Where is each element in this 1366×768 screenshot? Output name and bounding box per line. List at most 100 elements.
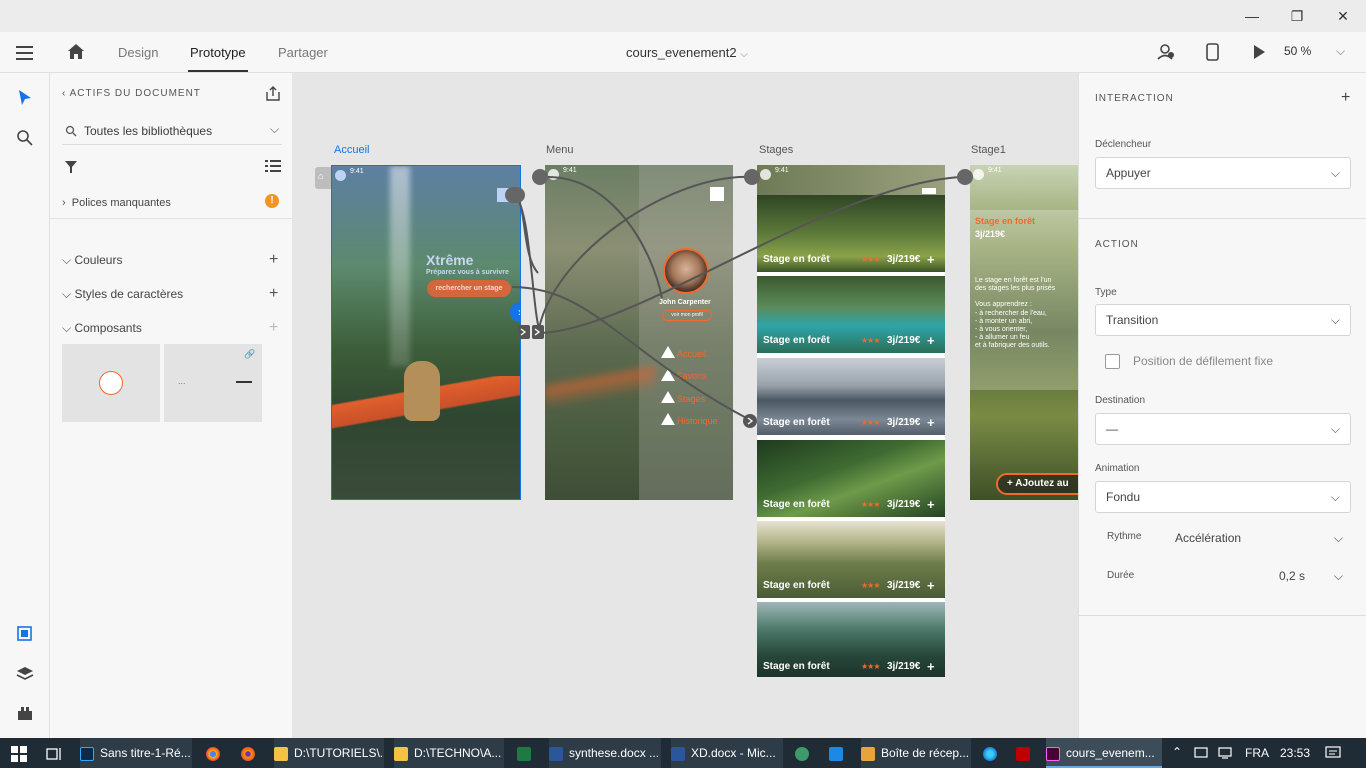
taskbar-item-label: D:\TECHNO\A... xyxy=(414,746,502,760)
taskbar-excel[interactable] xyxy=(517,738,537,768)
taskbar-word-synthese[interactable]: synthese.docx ... xyxy=(549,738,661,768)
chevron-down-icon: ⌵ xyxy=(62,321,72,335)
notifications-icon[interactable] xyxy=(1325,746,1341,760)
assets-icon[interactable] xyxy=(16,625,34,643)
add-interaction-icon[interactable]: + xyxy=(1341,89,1350,107)
component-line-icon xyxy=(236,381,252,383)
taskbar-chrome[interactable] xyxy=(206,738,226,768)
add-char-style-icon[interactable]: + xyxy=(269,285,278,303)
tab-share[interactable]: Partager xyxy=(278,45,328,60)
wire-handle[interactable] xyxy=(957,169,973,185)
trigger-dropdown[interactable]: Appuyer ⌵ xyxy=(1095,157,1351,189)
divider xyxy=(50,218,292,219)
taskbar-vscode[interactable] xyxy=(829,738,849,768)
library-select[interactable]: Toutes les bibliothèques ⌵ xyxy=(62,117,282,145)
assets-title: ACTIFS DU DOCUMENT xyxy=(69,88,201,99)
hamburger-menu-icon[interactable] xyxy=(15,43,35,63)
mail-icon xyxy=(861,746,875,761)
char-styles-label: Styles de caractères xyxy=(74,287,184,301)
taskbar-app-green[interactable] xyxy=(795,738,815,768)
fixed-scroll-checkbox[interactable] xyxy=(1105,354,1120,369)
windows-start-icon[interactable] xyxy=(11,746,27,762)
taskbar-explorer-tutoriels[interactable]: D:\TUTORIELS\... xyxy=(274,738,384,768)
chevron-down-icon: ⌵ xyxy=(62,287,72,301)
colors-label: Couleurs xyxy=(74,253,123,267)
animation-dropdown[interactable]: Fondu ⌵ xyxy=(1095,481,1351,513)
task-view-icon[interactable] xyxy=(45,746,63,762)
destination-dropdown[interactable]: — ⌵ xyxy=(1095,413,1351,445)
taskbar-word-xd[interactable]: XD.docx - Mic... xyxy=(671,738,783,768)
filter-icon[interactable] xyxy=(64,160,78,174)
layers-icon[interactable] xyxy=(16,665,34,683)
wire-handle[interactable] xyxy=(744,169,760,185)
taskbar-edge[interactable] xyxy=(983,738,1003,768)
photoshop-icon xyxy=(80,746,94,761)
taskbar-xd-active[interactable]: cours_evenem... xyxy=(1046,738,1162,768)
taskbar-photoshop[interactable]: Sans titre-1-Ré... xyxy=(80,738,192,768)
folder-icon xyxy=(394,746,408,761)
clock[interactable]: 23:53 xyxy=(1280,746,1310,760)
plugins-icon[interactable] xyxy=(16,705,34,723)
maximize-button[interactable]: ❐ xyxy=(1285,6,1309,26)
chevron-down-icon: ⌵ xyxy=(1336,44,1346,58)
link-icon: 🔗 xyxy=(244,349,256,359)
tab-design[interactable]: Design xyxy=(118,45,158,60)
type-label: Type xyxy=(1095,287,1117,298)
design-canvas[interactable]: Accueil ⌂ 9:41 Xtrême Préparez vous à su… xyxy=(292,73,1078,738)
rhythm-dropdown[interactable]: Accélération ⌵ xyxy=(1175,525,1351,551)
taskbar-item-label: D:\TUTORIELS\... xyxy=(294,746,384,760)
rhythm-value: Accélération xyxy=(1175,531,1242,545)
close-button[interactable]: ✕ xyxy=(1331,6,1355,26)
select-arrow-icon[interactable] xyxy=(16,89,34,107)
components-section[interactable]: ⌵ Composants + xyxy=(62,319,278,336)
home-icon[interactable] xyxy=(66,42,86,62)
export-icon[interactable] xyxy=(265,85,281,101)
colors-section[interactable]: ⌵ Couleurs + xyxy=(62,251,278,268)
network-icon[interactable] xyxy=(1218,747,1232,759)
chevron-down-icon: ⌵ xyxy=(1330,166,1340,180)
taskbar-mail[interactable]: Boîte de récep... xyxy=(861,738,971,768)
taskbar-item-label: cours_evenem... xyxy=(1066,746,1155,760)
app-icon xyxy=(795,746,809,761)
search-icon[interactable] xyxy=(16,129,34,147)
play-icon[interactable] xyxy=(1249,42,1269,62)
chevron-up-icon[interactable]: ⌃ xyxy=(1172,745,1182,759)
animation-value: Fondu xyxy=(1106,490,1141,504)
taskbar-filezilla[interactable] xyxy=(1016,738,1036,768)
animation-label: Animation xyxy=(1095,463,1140,474)
add-color-icon[interactable]: + xyxy=(269,251,278,269)
add-component-icon[interactable]: + xyxy=(269,319,278,337)
component-thumbnail-circle[interactable] xyxy=(62,344,160,422)
missing-fonts-label: Polices manquantes xyxy=(71,197,171,209)
component-ellipsis: ... xyxy=(178,376,186,386)
divider xyxy=(1079,615,1366,616)
tab-prototype[interactable]: Prototype xyxy=(190,45,246,60)
missing-fonts-row[interactable]: › Polices manquantes ! xyxy=(62,194,279,209)
taskbar-explorer-techno[interactable]: D:\TECHNO\A... xyxy=(394,738,504,768)
device-preview-icon[interactable] xyxy=(1203,42,1223,62)
assets-header[interactable]: ‹ ACTIFS DU DOCUMENT xyxy=(62,88,201,99)
title-bar: — ❐ ✕ xyxy=(0,0,1366,32)
wire-handle[interactable] xyxy=(505,187,525,203)
chevron-left-icon[interactable]: ‹ xyxy=(62,88,66,99)
chevron-down-icon: ⌵ xyxy=(1330,422,1340,436)
library-name: Toutes les bibliothèques xyxy=(84,124,213,138)
zoom-level[interactable]: 50 % ⌵ xyxy=(1284,44,1345,58)
filezilla-icon xyxy=(1016,746,1030,761)
wire-handle[interactable] xyxy=(743,414,757,428)
char-styles-section[interactable]: ⌵ Styles de caractères + xyxy=(62,285,278,302)
wire-handle[interactable] xyxy=(532,169,548,185)
user-share-icon[interactable] xyxy=(1156,42,1176,62)
chevron-down-icon: ⌵ xyxy=(740,49,748,60)
document-title[interactable]: cours_evenement2 ⌵ xyxy=(626,45,748,60)
component-thumbnail-menu[interactable]: ... 🔗 xyxy=(164,344,262,422)
language-indicator[interactable]: FRA xyxy=(1245,746,1269,760)
taskbar-firefox[interactable] xyxy=(241,738,261,768)
folder-icon xyxy=(274,746,288,761)
type-dropdown[interactable]: Transition ⌵ xyxy=(1095,304,1351,336)
prototype-wires xyxy=(505,169,973,428)
duration-dropdown[interactable]: 0,2 s ⌵ xyxy=(1279,563,1351,589)
minimize-button[interactable]: — xyxy=(1240,6,1264,26)
list-view-icon[interactable] xyxy=(265,159,281,173)
device-icon[interactable] xyxy=(1194,747,1208,759)
